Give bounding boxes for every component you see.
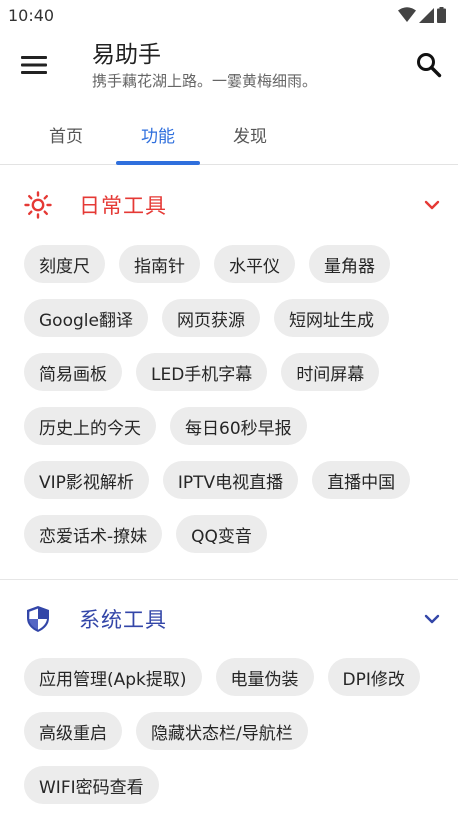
status-time: 10:40	[8, 5, 55, 25]
chip-history-today[interactable]: 历史上的今天	[24, 407, 156, 445]
app-bar-titles: 易助手 携手藕花湖上路。一霎黄梅细雨。	[92, 41, 412, 90]
search-button[interactable]	[412, 48, 446, 82]
chip-drawing-board[interactable]: 简易画板	[24, 353, 122, 391]
app-subtitle: 携手藕花湖上路。一霎黄梅细雨。	[92, 71, 318, 90]
chip-led-subtitle[interactable]: LED手机字幕	[136, 353, 268, 391]
chip-advanced-reboot[interactable]: 高级重启	[24, 712, 122, 750]
shield-icon	[24, 605, 52, 633]
chip-protractor[interactable]: 量角器	[309, 245, 390, 283]
chip-love-talk[interactable]: 恋爱话术-撩妹	[24, 515, 163, 553]
chip-list-system: 应用管理(Apk提取) 电量伪装 DPI修改 高级重启 隐藏状态栏/导航栏 WI…	[0, 658, 458, 804]
chip-google-translate[interactable]: Google翻译	[24, 299, 148, 337]
signal-icon	[419, 7, 434, 23]
wifi-icon	[398, 7, 416, 22]
chip-app-manager[interactable]: 应用管理(Apk提取)	[24, 658, 202, 696]
chip-list-daily: 刻度尺 指南针 水平仪 量角器 Google翻译 网页获源 短网址生成 简易画板…	[0, 245, 458, 579]
section-daily-tools: 日常工具 刻度尺 指南针 水平仪 量角器 Google翻译 网页获源 短网址生成…	[0, 165, 458, 579]
section-header-system[interactable]: 系统工具	[0, 580, 458, 658]
chip-wifi-password[interactable]: WIFI密码查看	[24, 766, 159, 804]
section-title-daily: 日常工具	[79, 194, 167, 218]
chip-live-china[interactable]: 直播中国	[312, 461, 411, 499]
chip-ruler[interactable]: 刻度尺	[24, 245, 105, 283]
menu-button[interactable]	[20, 51, 48, 79]
sun-icon	[24, 191, 52, 219]
chip-compass[interactable]: 指南针	[119, 245, 200, 283]
chip-time-screen[interactable]: 时间屏幕	[281, 353, 380, 391]
chevron-down-icon[interactable]	[422, 195, 442, 215]
tab-bar: 首页 功能 发现	[0, 100, 458, 165]
status-bar: 10:40	[0, 0, 458, 30]
chip-iptv[interactable]: IPTV电视直播	[162, 461, 299, 499]
chip-hide-bars[interactable]: 隐藏状态栏/导航栏	[136, 712, 308, 750]
app-bar: 易助手 携手藕花湖上路。一霎黄梅细雨。	[0, 30, 458, 100]
chip-battery-fake[interactable]: 电量伪装	[215, 658, 314, 696]
chip-short-url[interactable]: 短网址生成	[273, 299, 389, 337]
chip-vip-video[interactable]: VIP影视解析	[24, 461, 149, 499]
tab-discover[interactable]: 发现	[204, 100, 296, 164]
tab-home[interactable]: 首页	[20, 100, 112, 164]
chip-level[interactable]: 水平仪	[214, 245, 295, 283]
chip-page-source[interactable]: 网页获源	[161, 299, 260, 337]
chip-qq-voice[interactable]: QQ变音	[176, 515, 267, 553]
status-icons	[398, 7, 446, 23]
app-title: 易助手	[92, 41, 161, 68]
chevron-down-icon[interactable]	[422, 609, 442, 629]
chip-dpi[interactable]: DPI修改	[327, 658, 420, 696]
battery-icon	[437, 7, 446, 23]
chip-daily-news[interactable]: 每日60秒早报	[170, 407, 307, 445]
search-icon	[417, 53, 442, 78]
section-system-tools: 系统工具 应用管理(Apk提取) 电量伪装 DPI修改 高级重启 隐藏状态栏/导…	[0, 579, 458, 804]
menu-icon	[21, 56, 47, 74]
tab-features[interactable]: 功能	[112, 100, 204, 165]
section-header-daily[interactable]: 日常工具	[0, 165, 458, 245]
section-title-system: 系统工具	[79, 608, 167, 632]
